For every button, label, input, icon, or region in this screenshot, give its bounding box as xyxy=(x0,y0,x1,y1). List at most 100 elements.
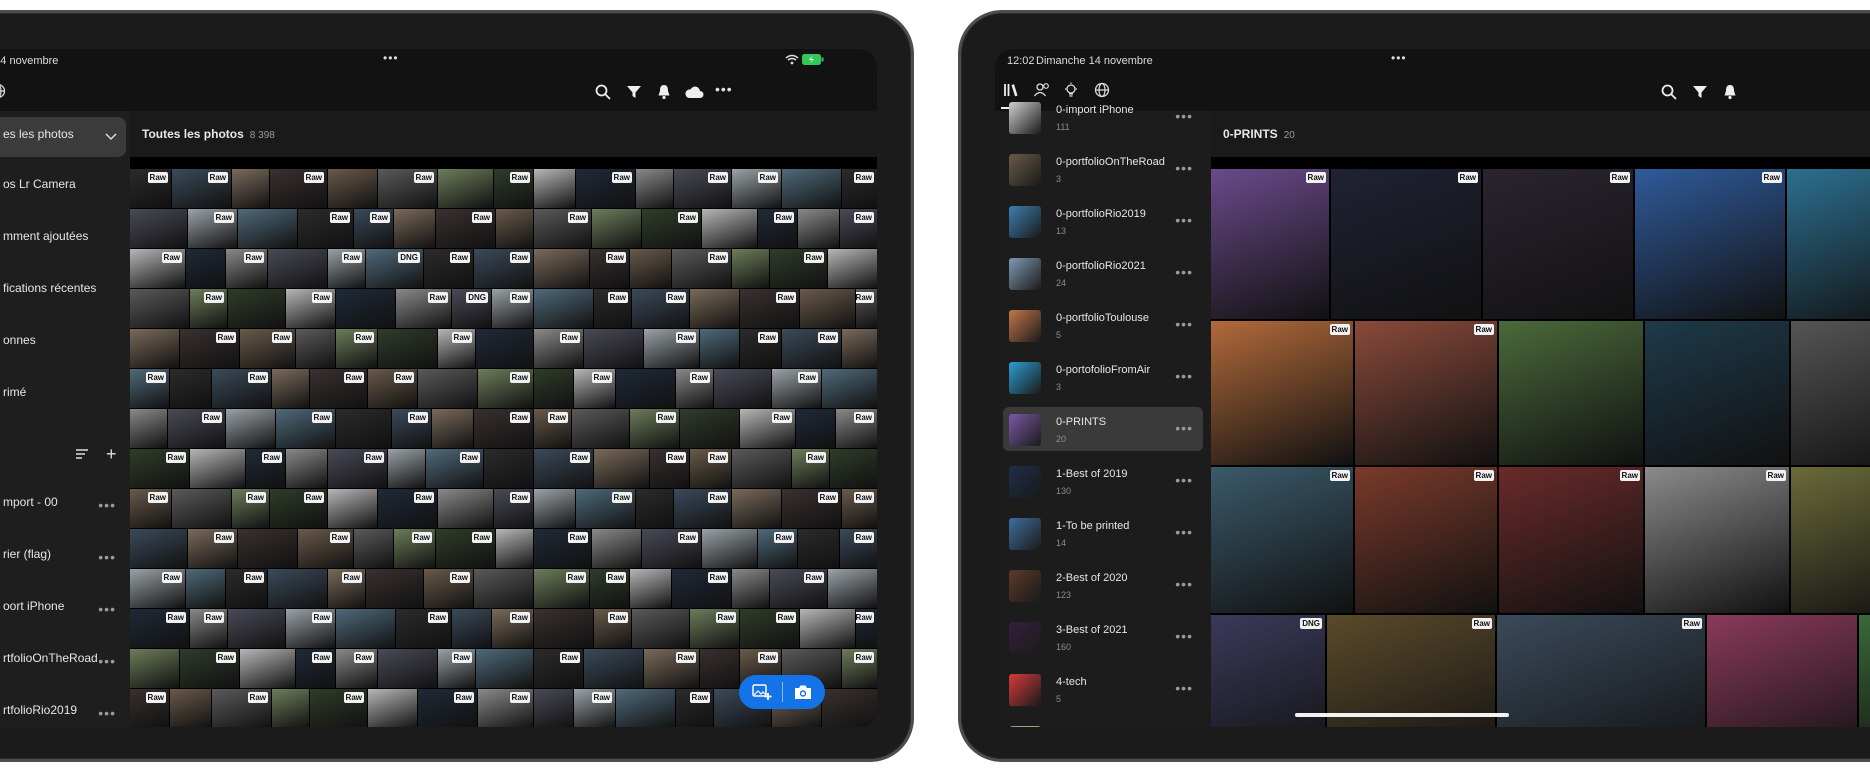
photo-thumbnail[interactable] xyxy=(130,529,187,568)
photo-thumbnail[interactable]: Raw xyxy=(1211,321,1353,465)
album-row[interactable]: 0-PRINTS 20 ••• xyxy=(1003,407,1203,451)
photo-thumbnail[interactable]: Raw xyxy=(438,329,475,368)
photo-thumbnail[interactable]: Raw xyxy=(212,369,271,408)
photo-thumbnail[interactable] xyxy=(732,489,781,528)
photo-thumbnail[interactable] xyxy=(418,369,477,408)
photo-thumbnail[interactable]: Raw xyxy=(772,369,821,408)
photo-thumbnail[interactable]: Raw xyxy=(130,249,185,288)
photo-thumbnail[interactable] xyxy=(328,489,377,528)
photo-thumbnail[interactable] xyxy=(702,529,757,568)
photo-thumbnail[interactable]: Raw xyxy=(310,689,367,727)
photo-thumbnail[interactable]: Raw xyxy=(632,289,689,328)
photo-thumbnail[interactable]: Raw xyxy=(594,289,631,328)
more-icon[interactable]: ••• xyxy=(1175,316,1193,332)
photo-thumbnail[interactable]: Raw xyxy=(270,169,327,208)
bell-icon[interactable] xyxy=(1722,84,1738,105)
photo-thumbnail[interactable]: Raw xyxy=(424,569,473,608)
photo-thumbnail[interactable] xyxy=(336,409,391,448)
photo-thumbnail[interactable]: Raw xyxy=(328,249,365,288)
photo-thumbnail[interactable]: Raw xyxy=(856,609,877,648)
more-icon[interactable]: ••• xyxy=(1175,680,1193,696)
photo-thumbnail[interactable] xyxy=(1707,615,1857,727)
photo-thumbnail[interactable] xyxy=(534,609,593,648)
photo-thumbnail[interactable] xyxy=(272,369,309,408)
photo-thumbnail[interactable]: Raw xyxy=(630,409,679,448)
photo-thumbnail[interactable] xyxy=(232,169,269,208)
photo-thumbnail[interactable]: Raw xyxy=(212,689,271,727)
photo-thumbnail[interactable] xyxy=(130,209,187,248)
more-icon[interactable]: ••• xyxy=(1175,524,1193,540)
photo-thumbnail[interactable] xyxy=(438,489,493,528)
photo-thumbnail[interactable]: Raw xyxy=(190,289,227,328)
photo-thumbnail[interactable] xyxy=(534,169,575,208)
photo-thumbnail[interactable]: Raw xyxy=(226,249,267,288)
photo-thumbnail[interactable] xyxy=(1791,467,1870,613)
search-icon[interactable] xyxy=(1661,84,1677,105)
photo-thumbnail[interactable] xyxy=(296,329,335,368)
photo-thumbnail[interactable] xyxy=(228,609,285,648)
photo-thumbnail[interactable] xyxy=(388,449,425,488)
photo-thumbnail[interactable] xyxy=(796,409,835,448)
photo-thumbnail[interactable] xyxy=(616,689,675,727)
photo-thumbnail[interactable]: Raw xyxy=(842,489,877,528)
photo-thumbnail[interactable]: Raw xyxy=(534,569,589,608)
photo-thumbnail[interactable]: Raw xyxy=(336,649,377,688)
photo-thumbnail[interactable]: Raw xyxy=(190,609,227,648)
photo-thumbnail[interactable] xyxy=(186,249,225,288)
photo-thumbnail[interactable]: Raw xyxy=(740,409,795,448)
photo-thumbnail[interactable]: Raw xyxy=(328,449,387,488)
photo-thumbnail[interactable]: Raw xyxy=(534,409,571,448)
sidebar-item-lr-camera[interactable]: os Lr Camera xyxy=(0,165,130,205)
album-row[interactable]: 3-Best of 2021 160 ••• xyxy=(1003,615,1203,659)
photo-thumbnail[interactable]: Raw xyxy=(534,649,583,688)
photo-thumbnail[interactable]: Raw xyxy=(130,609,189,648)
album-row[interactable]: 0-portfolioOnTheRoad 3 ••• xyxy=(1003,147,1203,191)
photo-thumbnail[interactable]: Raw xyxy=(130,169,171,208)
photo-thumbnail[interactable]: Raw xyxy=(396,289,451,328)
photo-thumbnail[interactable]: Raw xyxy=(534,329,583,368)
album-row[interactable]: 4-tech 5 ••• xyxy=(1003,667,1203,711)
photo-thumbnail[interactable] xyxy=(534,689,573,727)
photo-thumbnail[interactable] xyxy=(1859,615,1870,727)
photo-thumbnail[interactable] xyxy=(534,289,593,328)
photo-thumbnail[interactable]: Raw xyxy=(534,449,593,488)
photo-thumbnail[interactable] xyxy=(268,569,327,608)
photo-thumbnail[interactable]: Raw xyxy=(676,689,713,727)
photo-thumbnail[interactable] xyxy=(636,169,673,208)
photo-thumbnail[interactable]: Raw xyxy=(188,529,237,568)
more-icon[interactable]: ••• xyxy=(715,81,733,97)
photo-thumbnail[interactable] xyxy=(822,369,877,408)
photo-thumbnail[interactable]: Raw xyxy=(392,409,431,448)
photo-thumbnail[interactable]: Raw xyxy=(732,169,781,208)
photo-thumbnail[interactable] xyxy=(732,569,769,608)
photo-thumbnail[interactable] xyxy=(584,329,643,368)
photo-thumbnail[interactable]: Raw xyxy=(130,369,169,408)
photo-thumbnail[interactable]: Raw xyxy=(426,449,483,488)
photo-thumbnail[interactable]: DNG xyxy=(366,249,423,288)
photo-thumbnail[interactable] xyxy=(432,409,473,448)
photo-thumbnail[interactable] xyxy=(496,529,533,568)
photo-thumbnail[interactable] xyxy=(474,569,533,608)
photo-thumbnail[interactable] xyxy=(842,329,877,368)
import-photos-icon[interactable] xyxy=(752,684,772,706)
search-icon[interactable] xyxy=(595,84,611,105)
filter-icon[interactable] xyxy=(1692,84,1708,105)
more-icon[interactable]: ••• xyxy=(98,653,116,669)
photo-thumbnail[interactable]: Raw xyxy=(246,449,285,488)
photo-thumbnail[interactable]: Raw xyxy=(328,569,365,608)
album-row[interactable]: rier (flag) ••• xyxy=(0,537,130,577)
photo-thumbnail[interactable] xyxy=(630,249,671,288)
photo-thumbnail[interactable]: Raw xyxy=(240,329,295,368)
photo-thumbnail[interactable]: Raw xyxy=(474,409,533,448)
photo-thumbnail[interactable] xyxy=(700,649,739,688)
photo-thumbnail[interactable] xyxy=(354,529,393,568)
photo-thumbnail[interactable]: Raw xyxy=(644,649,699,688)
photo-thumbnail[interactable] xyxy=(496,209,533,248)
photo-thumbnail[interactable] xyxy=(1787,169,1870,319)
photo-thumbnail[interactable] xyxy=(170,369,211,408)
photo-thumbnail[interactable]: DNG xyxy=(1211,615,1325,727)
photo-thumbnail[interactable] xyxy=(272,689,309,727)
more-icon[interactable]: ••• xyxy=(1175,628,1193,644)
photo-thumbnail[interactable]: Raw xyxy=(130,689,169,727)
cloud-icon[interactable] xyxy=(684,85,704,104)
